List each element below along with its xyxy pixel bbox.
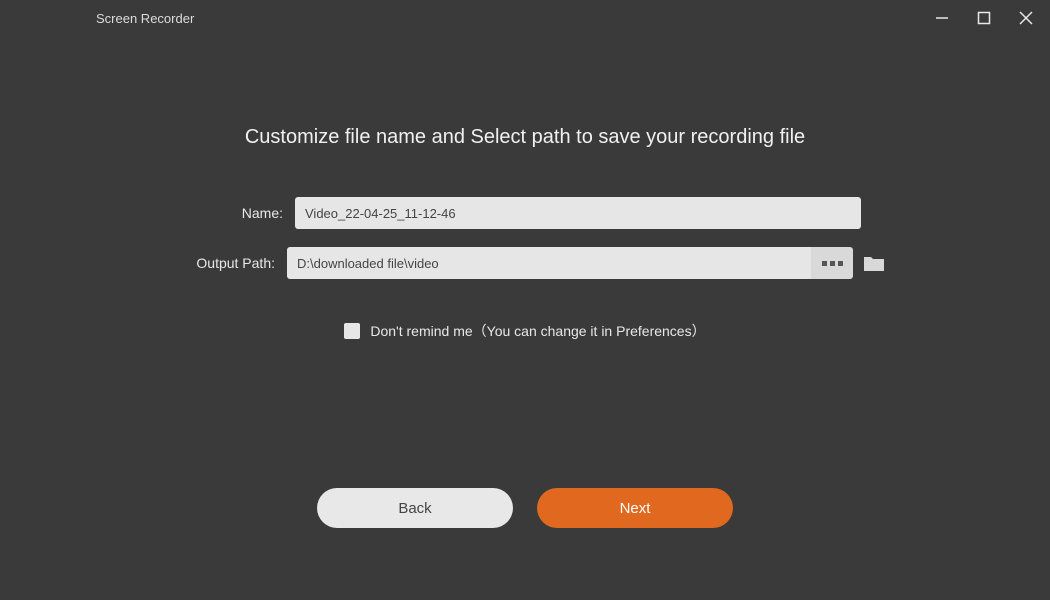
minimize-icon <box>934 10 950 26</box>
dialog-content: Customize file name and Select path to s… <box>0 36 1050 341</box>
back-button[interactable]: Back <box>317 488 513 528</box>
browse-button[interactable] <box>811 247 853 279</box>
path-group <box>287 247 853 279</box>
dont-remind-checkbox[interactable] <box>344 323 360 339</box>
dialog-footer: Back Next <box>0 488 1050 528</box>
ellipsis-dot <box>822 261 827 266</box>
form: Name: Output Path: <box>165 197 885 341</box>
name-input[interactable] <box>295 197 861 229</box>
dialog-heading: Customize file name and Select path to s… <box>245 126 805 149</box>
output-path-label: Output Path: <box>165 255 287 271</box>
titlebar: Screen Recorder <box>0 0 1050 36</box>
name-row: Name: <box>165 197 885 229</box>
minimize-button[interactable] <box>928 4 956 32</box>
open-folder-button[interactable] <box>863 253 885 273</box>
dont-remind-row: Don't remind me（You can change it in Pre… <box>165 321 885 341</box>
maximize-button[interactable] <box>970 4 998 32</box>
dont-remind-label: Don't remind me（You can change it in Pre… <box>370 321 705 341</box>
close-icon <box>1018 10 1034 26</box>
maximize-icon <box>977 11 991 25</box>
output-path-input-wrap <box>287 247 885 279</box>
ellipsis-dot <box>838 261 843 266</box>
window-controls <box>928 4 1040 32</box>
output-path-row: Output Path: <box>165 247 885 279</box>
name-label: Name: <box>165 205 295 221</box>
folder-icon <box>863 254 885 272</box>
name-input-wrap <box>295 197 885 229</box>
output-path-input[interactable] <box>287 247 811 279</box>
next-button[interactable]: Next <box>537 488 733 528</box>
window-title: Screen Recorder <box>96 11 194 26</box>
close-button[interactable] <box>1012 4 1040 32</box>
ellipsis-dot <box>830 261 835 266</box>
